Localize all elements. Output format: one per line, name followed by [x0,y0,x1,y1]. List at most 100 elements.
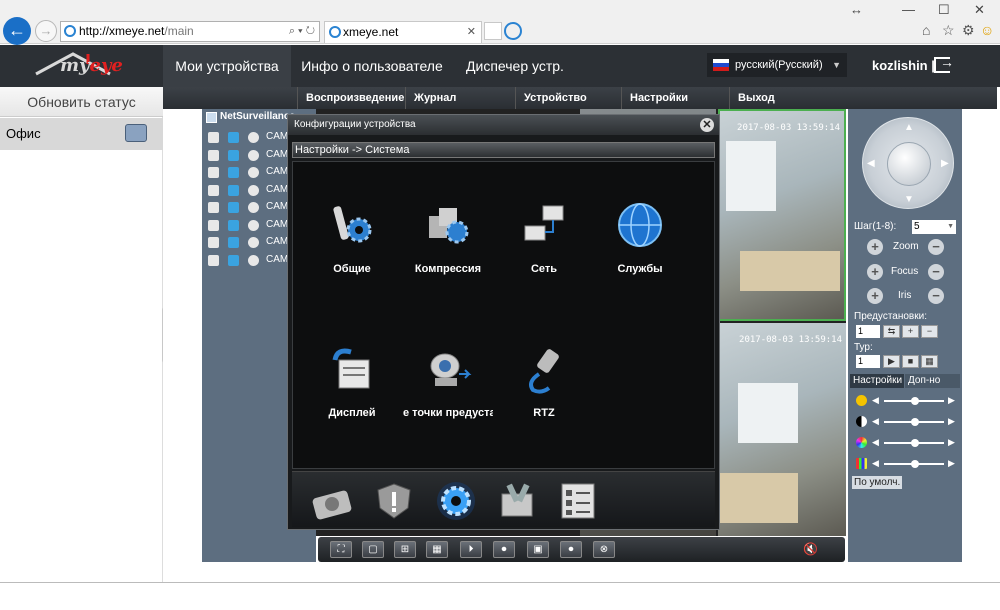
play-icon[interactable] [228,167,239,178]
stream-icon[interactable] [248,150,259,161]
focus-out-button[interactable]: − [928,264,944,280]
stream-icon[interactable] [248,237,259,248]
record-icon[interactable] [208,220,219,231]
stream-icon[interactable] [248,185,259,196]
slider-right-icon[interactable]: ▶ [948,416,955,427]
tour-stop-button[interactable]: ■ [902,355,919,368]
default-button[interactable]: По умолч. [852,476,902,489]
ptz-up-icon[interactable]: ▲ [904,122,914,133]
submenu-device[interactable]: Устройство [515,87,621,109]
ptz-down-icon[interactable]: ▼ [904,194,914,205]
edge-icon[interactable] [504,22,522,40]
submenu-settings[interactable]: Настройки [621,87,729,109]
record-icon[interactable] [208,150,219,161]
close-window-button[interactable]: ✕ [974,2,985,18]
stream-icon[interactable] [248,167,259,178]
info-checklist-icon[interactable] [556,480,600,522]
record-icon[interactable] [208,132,219,143]
config-services[interactable]: Службы [595,200,685,275]
preset-add-button[interactable]: + [902,325,919,338]
zoom-out-button[interactable]: − [928,239,944,255]
config-display[interactable]: Дисплей [307,344,397,419]
iris-open-button[interactable]: + [867,288,883,304]
address-tools[interactable]: ⌕ ▾ ↻ [289,22,315,41]
record-button[interactable]: ⏺ [560,541,582,558]
play-icon[interactable] [228,202,239,213]
preset-goto-button[interactable]: ⇆ [883,325,900,338]
contrast-slider[interactable]: ◀ ▶ [856,416,958,428]
mute-icon[interactable]: 🔇 [803,542,818,556]
slider-left-icon[interactable]: ◀ [872,458,879,469]
ptz-right-icon[interactable]: ▶ [941,158,949,169]
config-network[interactable]: Сеть [499,200,589,275]
config-compression[interactable]: Компрессия [403,200,493,275]
ptz-joystick[interactable]: ▲ ▼ ◀ ▶ [862,117,954,209]
play-all-button[interactable]: ⏵ [460,541,482,558]
record-icon[interactable] [208,185,219,196]
config-rtz[interactable]: RTZ [499,344,589,419]
address-bar[interactable]: http://xmeye.net/main ⌕ ▾ ↻ [60,21,320,42]
slider-thumb[interactable] [911,460,919,468]
play-icon[interactable] [228,255,239,266]
alarm-shield-icon[interactable] [372,480,416,522]
dialog-close-button[interactable]: ✕ [700,118,714,132]
slider-thumb[interactable] [911,439,919,447]
saturation-slider[interactable]: ◀ ▶ [856,437,958,449]
logout-icon[interactable] [934,54,954,73]
stream-icon[interactable] [248,202,259,213]
ptz-left-icon[interactable]: ◀ [867,158,875,169]
minimize-button[interactable]: — [902,2,915,17]
hue-slider[interactable]: ◀ ▶ [856,458,958,470]
slider-right-icon[interactable]: ▶ [948,458,955,469]
step-select[interactable]: 5 ▼ [912,220,956,234]
slider-thumb[interactable] [911,397,919,405]
submenu-exit[interactable]: Выход [729,87,837,109]
brightness-slider[interactable]: ◀ ▶ [856,395,958,407]
slider-left-icon[interactable]: ◀ [872,395,879,406]
back-button[interactable]: ← [3,17,31,45]
settings-gear-icon[interactable]: ⚙ [962,22,975,39]
language-select[interactable]: русский(Русский) ▼ [707,53,847,77]
feedback-smile-icon[interactable]: ☺ [980,22,994,38]
submenu-playback[interactable]: Воспроизведение [297,87,405,109]
refresh-status-button[interactable]: Обновить статус [0,87,163,117]
record-icon[interactable] [208,167,219,178]
play-icon[interactable] [228,185,239,196]
play-icon[interactable] [228,220,239,231]
record-icon[interactable] [208,202,219,213]
tour-input[interactable]: 1 [856,355,880,368]
close-all-button[interactable]: ⊗ [593,541,615,558]
tour-grid-button[interactable]: ▦ [921,355,938,368]
snapshot-button[interactable]: ▣ [527,541,549,558]
layout-1-button[interactable]: ▢ [362,541,384,558]
tab-settings[interactable]: Настройки [850,374,904,388]
home-icon[interactable]: ⌂ [922,22,930,38]
slider-left-icon[interactable]: ◀ [872,416,879,427]
maximize-button[interactable]: ☐ [938,2,950,18]
iris-close-button[interactable]: − [928,288,944,304]
stream-icon[interactable] [248,220,259,231]
storage-icon[interactable] [310,480,354,522]
zoom-in-button[interactable]: + [867,239,883,255]
config-general[interactable]: Общие [307,200,397,275]
camera-view-2[interactable]: 2017-08-03 13:59:14 [718,323,846,536]
menu-user-info[interactable]: Инфо о пользователе [296,45,448,87]
stream-icon[interactable] [248,132,259,143]
slider-left-icon[interactable]: ◀ [872,437,879,448]
slider-right-icon[interactable]: ▶ [948,437,955,448]
play-icon[interactable] [228,132,239,143]
submenu-log[interactable]: Журнал [405,87,515,109]
play-icon[interactable] [228,150,239,161]
camera-view-1[interactable]: 2017-08-03 13:59:14 [718,109,846,321]
stream-icon[interactable] [248,255,259,266]
tab-close-icon[interactable]: ✕ [467,22,476,43]
system-gear-icon[interactable] [434,480,478,522]
fullscreen-button[interactable]: ⛶ [330,541,352,558]
slider-right-icon[interactable]: ▶ [948,395,955,406]
slider-thumb[interactable] [911,418,919,426]
focus-in-button[interactable]: + [867,264,883,280]
preset-remove-button[interactable]: − [921,325,938,338]
browser-tab[interactable]: xmeye.net ✕ [324,21,482,43]
menu-device-manager[interactable]: Диспечер устр. [455,45,575,87]
preset-input[interactable]: 1 [856,325,880,338]
